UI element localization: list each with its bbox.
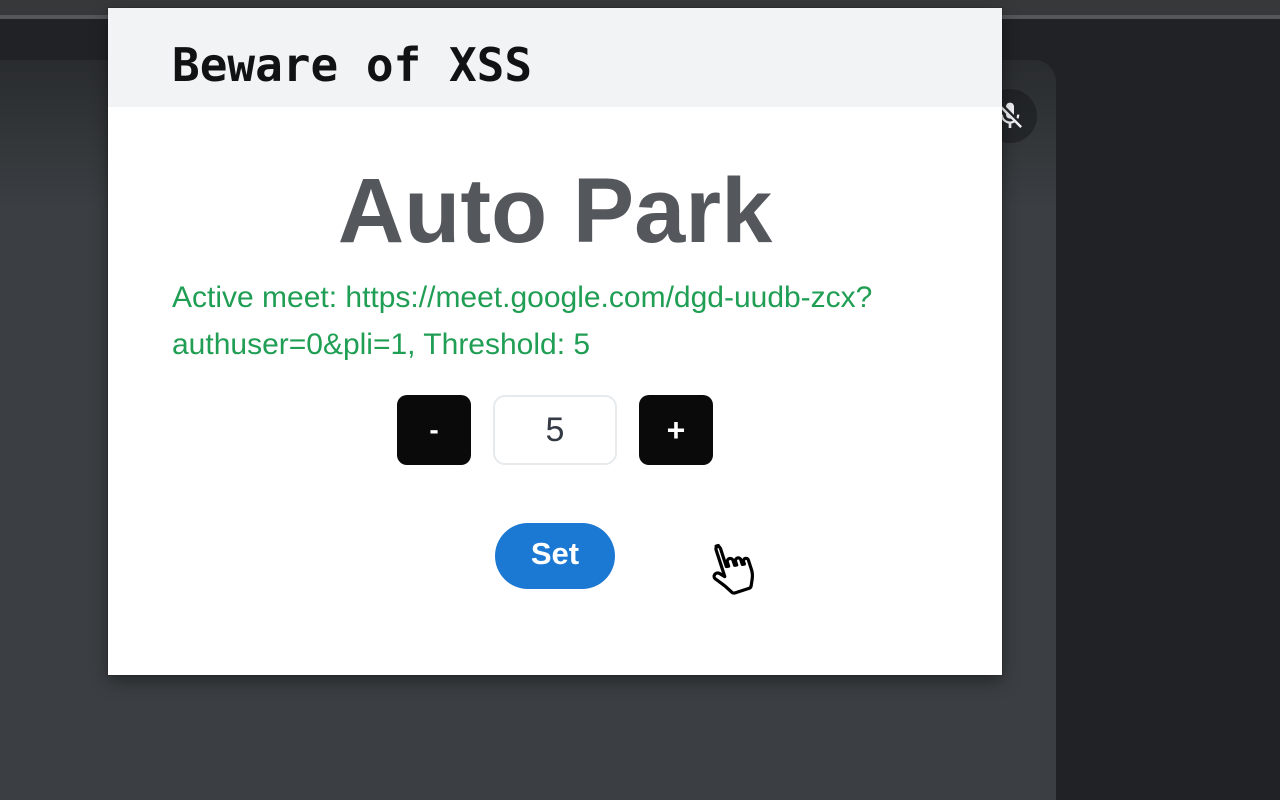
- decrement-button[interactable]: -: [397, 395, 471, 465]
- set-button[interactable]: Set: [495, 523, 615, 589]
- active-meet-line2: authuser=0&pli=1, Threshold: 5: [172, 328, 591, 361]
- screen: Beware of XSS Auto Park Active meet: htt…: [0, 0, 1280, 800]
- extension-popup: Beware of XSS Auto Park Active meet: htt…: [108, 8, 1002, 675]
- active-meet-line1: Active meet: https://meet.google.com/dgd…: [172, 281, 873, 314]
- threshold-stepper: - +: [108, 395, 1002, 465]
- threshold-input[interactable]: [493, 395, 617, 465]
- popup-title: Beware of XSS: [172, 38, 533, 92]
- app-title: Auto Park: [337, 160, 773, 262]
- increment-button[interactable]: +: [639, 395, 713, 465]
- active-meet-status: Active meet: https://meet.google.com/dgd…: [172, 274, 938, 368]
- popup-header: Beware of XSS: [108, 8, 1002, 107]
- set-button-row: Set: [108, 523, 1002, 589]
